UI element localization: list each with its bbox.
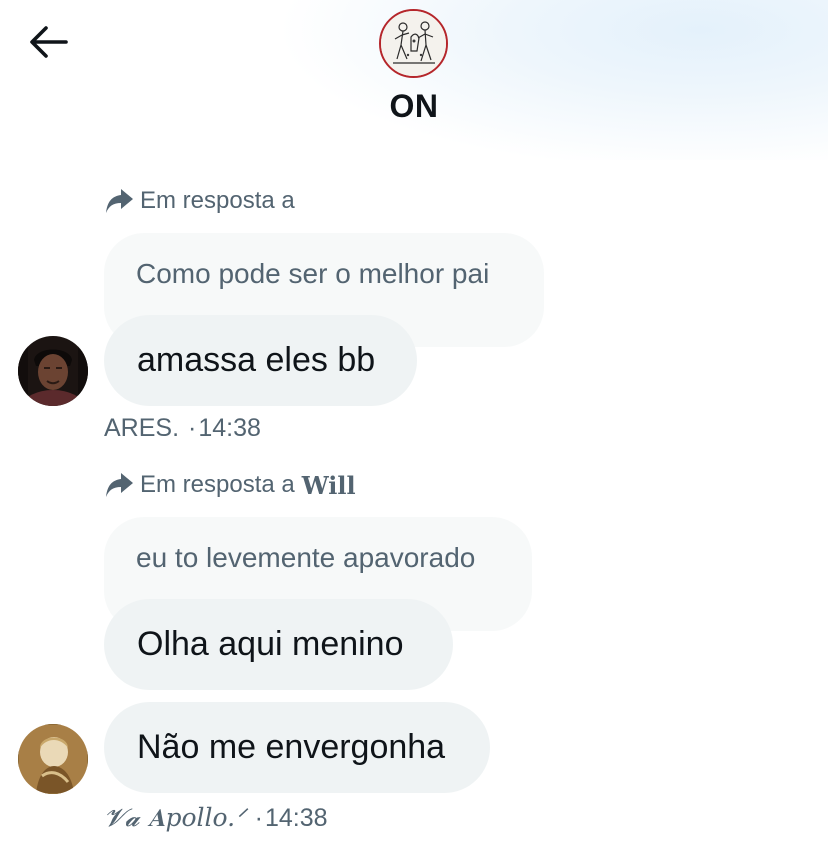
reply-label: Em resposta a xyxy=(140,187,295,214)
reply-arrow-icon xyxy=(104,187,134,215)
message-meta: ARES. · 14:38 xyxy=(104,414,261,443)
quoted-text: Como pode ser o melhor pai xyxy=(136,258,490,289)
avatar[interactable] xyxy=(18,336,88,406)
user-avatar-ares-icon xyxy=(18,336,88,406)
meta-separator: · xyxy=(188,414,197,442)
quoted-text: eu to levemente apavorado xyxy=(136,542,476,573)
user-avatar-apollo-icon xyxy=(18,724,88,794)
arrow-left-icon xyxy=(28,25,68,64)
message-text: amassa eles bb xyxy=(137,341,376,379)
message-text: Não me envergonha xyxy=(137,728,446,766)
sender-name: 𝓥𝓪 𝐀pollo.ᐟ xyxy=(104,803,246,832)
message-time: 14:38 xyxy=(198,414,261,442)
message-time: 14:38 xyxy=(265,803,328,832)
message-text: Olha aqui menino xyxy=(137,625,404,663)
page-title: ON xyxy=(389,88,439,124)
message-bubble[interactable]: Olha aqui menino xyxy=(104,599,453,690)
back-button[interactable] xyxy=(26,24,70,64)
reply-context[interactable]: Em resposta a xyxy=(104,185,295,217)
reply-to-user[interactable]: Will xyxy=(302,471,356,500)
avatar[interactable] xyxy=(18,724,88,794)
message-bubble[interactable]: amassa eles bb xyxy=(104,315,417,406)
meta-separator: · xyxy=(254,803,263,832)
group-avatar-art-icon xyxy=(381,11,446,76)
reply-context[interactable]: Em resposta a Will xyxy=(104,469,356,501)
message-bubble[interactable]: Não me envergonha xyxy=(104,702,490,793)
reply-label: Em resposta a xyxy=(140,471,295,498)
reply-arrow-icon xyxy=(104,471,134,499)
group-avatar[interactable] xyxy=(379,9,448,78)
sender-name: ARES. xyxy=(104,414,180,442)
message-meta: 𝓥𝓪 𝐀pollo.ᐟ · 14:38 xyxy=(104,803,328,833)
